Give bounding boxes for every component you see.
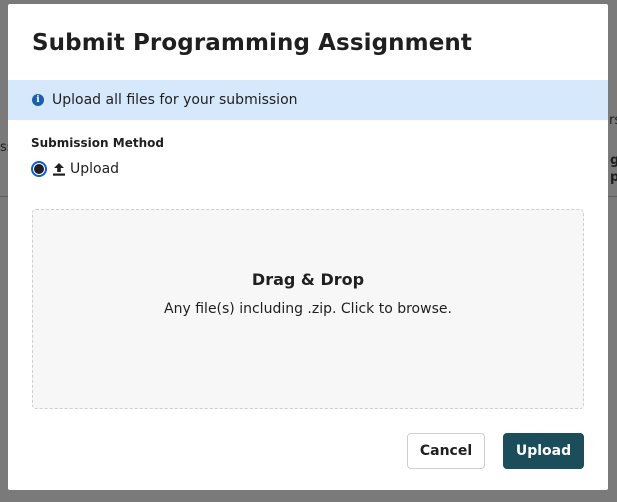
info-icon: i <box>32 94 44 106</box>
file-dropzone[interactable]: Drag & Drop Any file(s) including .zip. … <box>32 209 584 409</box>
cancel-button[interactable]: Cancel <box>407 433 485 469</box>
dropzone-title: Drag & Drop <box>251 270 365 289</box>
bg-text-fragment: p <box>610 170 617 185</box>
submit-assignment-modal: Submit Programming Assignment i Upload a… <box>8 4 608 490</box>
submission-method-upload-option[interactable]: Upload <box>31 161 119 177</box>
upload-button[interactable]: Upload <box>503 433 584 469</box>
bg-text-fragment: rs <box>609 113 617 128</box>
radio-selected-dot <box>34 164 44 174</box>
submission-method-label: Submission Method <box>31 136 164 150</box>
upload-radio[interactable] <box>31 161 47 177</box>
info-banner: i Upload all files for your submission <box>8 80 608 120</box>
modal-title: Submit Programming Assignment <box>32 30 472 56</box>
bg-text-fragment: g <box>610 153 617 168</box>
upload-icon <box>53 162 65 176</box>
upload-option-label: Upload <box>70 161 120 177</box>
dropzone-subtitle: Any file(s) including .zip. Click to bro… <box>164 301 452 317</box>
info-banner-text: Upload all files for your submission <box>52 92 298 108</box>
